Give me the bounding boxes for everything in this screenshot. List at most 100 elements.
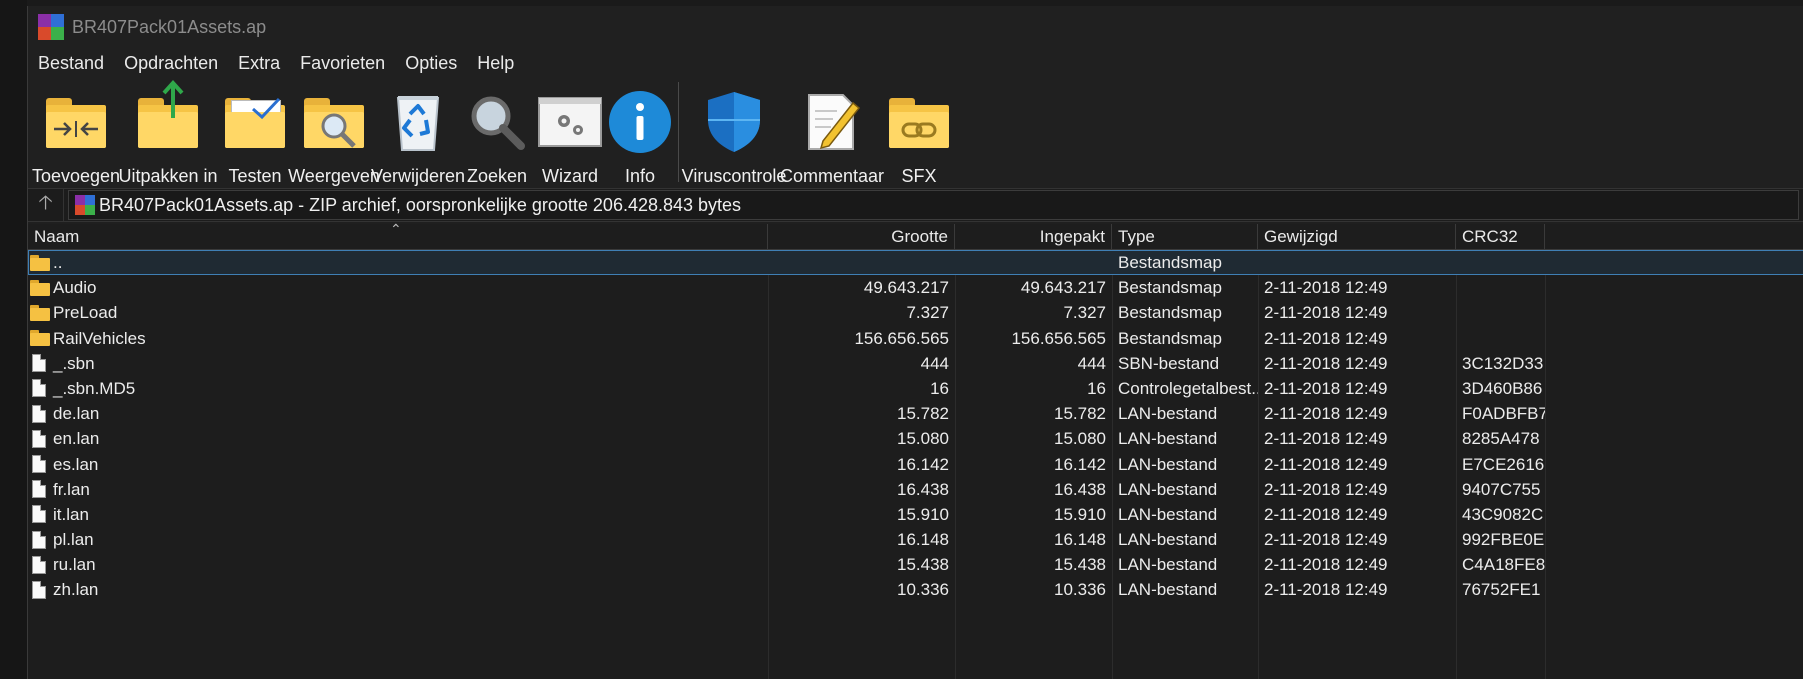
virus-scan-label: Viruscontrole — [681, 166, 787, 186]
file-icon — [32, 505, 46, 524]
delete-label: Verwijderen — [370, 166, 466, 186]
file-list[interactable]: Naam ⌃ Grootte Ingepakt Type Gewijzigd C… — [28, 221, 1803, 679]
file-name: _.sbn — [53, 353, 95, 373]
file-size: 16.438 — [897, 479, 949, 499]
column-size[interactable]: Grootte — [768, 224, 955, 250]
menu-bar: Bestand Opdrachten Extra Favorieten Opti… — [28, 48, 1803, 78]
column-crc32[interactable]: CRC32 — [1456, 224, 1545, 250]
menu-extra[interactable]: Extra — [238, 53, 280, 74]
file-crc32: 992FBE0E — [1462, 530, 1545, 550]
add-button[interactable]: Toevoegen — [32, 78, 120, 187]
comment-button[interactable]: Commentaar — [780, 78, 884, 187]
delete-button[interactable]: Verwijderen — [371, 78, 465, 187]
add-archive-icon — [44, 84, 108, 160]
info-label: Info — [624, 166, 656, 186]
file-row[interactable]: de.lan 15.782 15.782 LAN-bestand 2-11-2018 1… — [28, 401, 1803, 426]
file-modified: 2-11-2018 12:49 — [1264, 530, 1388, 550]
file-name-cell: de.lan — [28, 401, 768, 426]
toolbar-separator — [678, 82, 679, 182]
sfx-button[interactable]: SFX — [883, 78, 955, 187]
file-name: pl.lan — [53, 530, 94, 550]
file-crc32: C4A18FE8 — [1462, 555, 1545, 575]
file-crc32: 3D460B86 — [1462, 378, 1543, 398]
file-row[interactable]: pl.lan 16.148 16.148 LAN-bestand 2-11-2018 1… — [28, 527, 1803, 552]
menu-opdrachten[interactable]: Opdrachten — [124, 53, 218, 74]
test-button[interactable]: Testen — [220, 78, 290, 187]
file-name-cell: ru.lan — [28, 552, 768, 577]
file-crc32 — [1456, 300, 1545, 325]
file-type: Bestandsmap — [1118, 253, 1222, 272]
file-name-cell: zh.lan — [28, 577, 768, 602]
file-row[interactable]: RailVehicles 156.656.565 156.656.565 Bestan… — [28, 326, 1803, 351]
file-name: RailVehicles — [53, 328, 146, 348]
file-type: Bestandsmap — [1118, 278, 1222, 298]
extract-icon — [136, 80, 200, 160]
menu-help[interactable]: Help — [477, 53, 514, 74]
file-row[interactable]: en.lan 15.080 15.080 LAN-bestand 2-11-2018 1… — [28, 426, 1803, 451]
comment-pencil-icon — [803, 84, 861, 160]
file-row[interactable]: PreLoad 7.327 7.327 Bestandsmap 2-11-2018 12… — [28, 300, 1803, 325]
column-type[interactable]: Type — [1112, 224, 1258, 250]
file-crc32: 8285A478 — [1462, 429, 1540, 449]
file-icon — [32, 480, 46, 499]
file-modified: 2-11-2018 12:49 — [1264, 278, 1388, 298]
up-one-level-button[interactable]: 🡡 — [28, 188, 64, 222]
file-row[interactable]: fr.lan 16.438 16.438 LAN-bestand 2-11-2018 1… — [28, 477, 1803, 502]
wizard-label: Wizard — [541, 166, 598, 186]
file-name: en.lan — [53, 429, 100, 449]
menu-favorieten[interactable]: Favorieten — [300, 53, 385, 74]
folder-icon — [30, 254, 50, 271]
file-size: 16.148 — [897, 530, 949, 550]
file-type: LAN-bestand — [1118, 479, 1218, 499]
file-icon — [32, 379, 46, 398]
file-name-cell: PreLoad — [28, 300, 768, 325]
file-row[interactable]: _.sbn 444 444 SBN-bestand 2-11-2018 12:49 3C1… — [28, 351, 1803, 376]
column-name[interactable]: Naam ⌃ — [28, 221, 768, 250]
file-name-cell: it.lan — [28, 502, 768, 527]
info-icon — [608, 84, 672, 160]
file-crc32 — [1456, 275, 1545, 300]
wizard-button[interactable]: Wizard — [536, 78, 604, 187]
file-row[interactable]: zh.lan 10.336 10.336 LAN-bestand 2-11-2018 1… — [28, 577, 1803, 602]
file-modified: 2-11-2018 12:49 — [1264, 580, 1388, 600]
virus-scan-button[interactable]: Viruscontrole — [682, 78, 786, 187]
view-button[interactable]: Weergeven — [288, 78, 380, 187]
file-name: zh.lan — [53, 580, 99, 600]
recycle-bin-icon — [392, 84, 444, 160]
info-button[interactable]: Info — [608, 78, 672, 187]
extract-button[interactable]: Uitpakken in — [118, 78, 218, 187]
file-packed-size: 16.142 — [1054, 454, 1106, 474]
view-label: Weergeven — [288, 166, 380, 186]
file-icon — [32, 429, 46, 448]
file-crc32: 9407C755 — [1462, 479, 1541, 499]
column-modified[interactable]: Gewijzigd — [1258, 224, 1456, 250]
file-size: 15.080 — [897, 429, 949, 449]
file-icon — [32, 555, 46, 574]
menu-opties[interactable]: Opties — [405, 53, 457, 74]
title-bar[interactable]: BR407Pack01Assets.ap — [28, 6, 1803, 48]
file-name: fr.lan — [53, 479, 90, 499]
file-name: _.sbn.MD5 — [53, 378, 136, 398]
file-size: 15.910 — [897, 504, 949, 524]
menu-bestand[interactable]: Bestand — [38, 53, 104, 74]
file-icon — [32, 455, 46, 473]
column-packed[interactable]: Ingepakt — [955, 224, 1112, 250]
add-label: Toevoegen — [31, 166, 121, 186]
file-row[interactable]: it.lan 15.910 15.910 LAN-bestand 2-11-2018 1… — [28, 502, 1803, 527]
file-modified: 2-11-2018 12:49 — [1264, 429, 1388, 449]
file-packed-size: 156.656.565 — [1011, 328, 1106, 348]
file-crc32: 43C9082C — [1462, 504, 1544, 524]
find-button[interactable]: Zoeken — [462, 78, 532, 187]
file-row[interactable]: ru.lan 15.438 15.438 LAN-bestand 2-11-2018 1… — [28, 552, 1803, 577]
file-size: 16.142 — [897, 454, 949, 474]
address-field[interactable]: BR407Pack01Assets.ap - ZIP archief, oors… — [68, 190, 1799, 220]
file-row[interactable]: _.sbn.MD5 16 16 Controlegetalbest... 2-11-20… — [28, 376, 1803, 401]
file-type: Bestandsmap — [1118, 328, 1222, 348]
file-modified: 2-11-2018 12:49 — [1264, 479, 1388, 499]
file-packed-size: 15.080 — [1054, 429, 1106, 449]
window-title: BR407Pack01Assets.ap — [72, 16, 267, 37]
file-row[interactable]: Audio 49.643.217 49.643.217 Bestandsmap 2-11… — [28, 275, 1803, 300]
file-row[interactable]: es.lan 16.142 16.142 LAN-bestand 2-11-2018 1… — [28, 452, 1803, 477]
file-row[interactable]: .. Bestandsmap — [28, 250, 1803, 276]
file-type: Controlegetalbest... — [1118, 378, 1258, 398]
